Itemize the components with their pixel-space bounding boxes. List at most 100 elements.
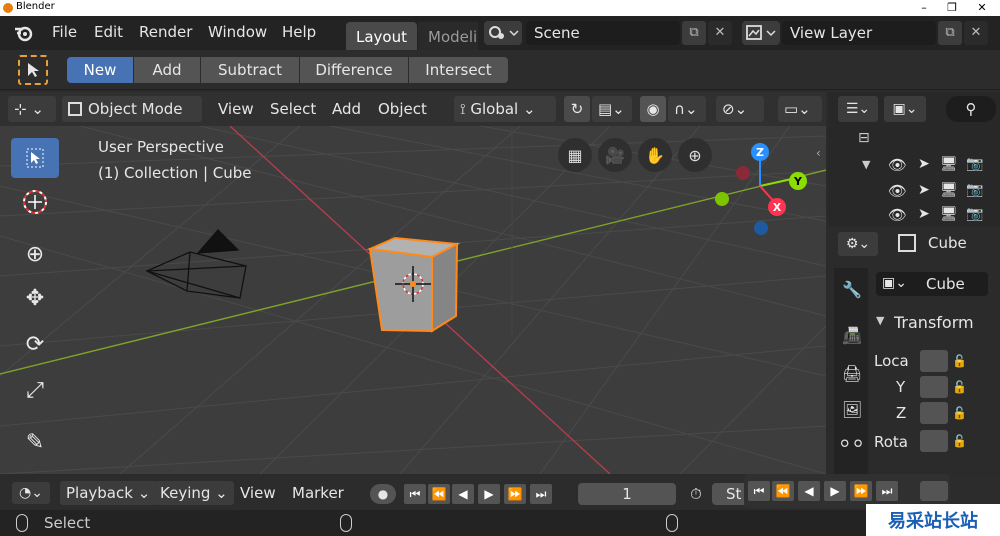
menu-view[interactable]: View (212, 96, 260, 122)
mode-subtract-button[interactable]: Subtract (201, 57, 299, 83)
frame-end-field[interactable] (920, 481, 948, 501)
tab-layout[interactable]: Layout (346, 22, 417, 50)
render-camera-icon[interactable]: 📷 (966, 182, 983, 198)
menu-keying[interactable]: Keying ⌄ (154, 481, 234, 505)
grid-view-icon[interactable]: ▦ (558, 138, 592, 172)
sidebar-toggle-icon[interactable]: ‹ (816, 146, 826, 166)
display-mode-icon[interactable]: ▣⌄ (884, 96, 926, 122)
current-frame-field[interactable]: 1 (578, 483, 676, 505)
gizmo-axis-z[interactable]: Z (751, 143, 769, 161)
play-reverse-icon[interactable]: ◀ (798, 481, 820, 501)
play-icon[interactable]: ▶ (478, 484, 500, 504)
cursor-tool-icon[interactable] (11, 182, 59, 222)
3d-viewport[interactable]: Z Y X User Perspective (1) Collection | … (0, 126, 826, 474)
jump-start-icon[interactable]: ⏮ (748, 481, 770, 501)
jump-start-icon[interactable]: ⏮ (404, 484, 426, 504)
maximize-button[interactable]: ❐ (938, 0, 966, 16)
frame-start-field[interactable]: St (712, 483, 746, 505)
delete-scene-icon[interactable]: ✕ (708, 21, 732, 45)
scale-tool-icon[interactable]: ⤢ (11, 370, 59, 410)
timeline-editor-type-icon[interactable]: ◔⌄ (12, 482, 50, 504)
falloff-icon[interactable]: ∩⌄ (668, 96, 706, 122)
menu-edit[interactable]: Edit (94, 23, 123, 41)
location-y-field[interactable] (920, 376, 948, 398)
lock-icon[interactable]: 🔓 (952, 354, 967, 368)
mode-difference-button[interactable]: Difference (300, 57, 408, 83)
new-scene-icon[interactable]: ⧉ (682, 21, 706, 45)
lock-icon[interactable]: 🔓 (952, 434, 967, 448)
camera-view-icon[interactable]: 🎥 (598, 138, 632, 172)
monitor-icon[interactable]: 🖥 (940, 182, 958, 198)
snap-icon[interactable]: ▤⌄ (592, 96, 632, 122)
viewport-shading-icon[interactable]: ▭⌄ (778, 96, 822, 122)
location-x-field[interactable] (920, 350, 948, 372)
object-datablock-field[interactable]: ▣⌄ Cube (876, 272, 988, 296)
monitor-icon[interactable]: 🖥 (940, 206, 958, 222)
location-z-field[interactable] (920, 402, 948, 424)
tab-modeling[interactable]: Modeli (418, 22, 478, 50)
scene-tab-icon[interactable]: ⚪⚪ (838, 434, 865, 453)
move-tool-icon[interactable]: ⊕ (11, 234, 59, 274)
lock-icon[interactable]: 🔓 (952, 380, 967, 394)
properties-editor-type-icon[interactable]: ⚙⌄ (838, 232, 878, 256)
eye-icon[interactable]: 👁 (888, 156, 907, 174)
menu-add[interactable]: Add (326, 96, 367, 122)
next-keyframe-icon[interactable]: ⏩ (850, 481, 872, 501)
pan-hand-icon[interactable]: ✋ (638, 138, 672, 172)
pivot-point-icon[interactable]: ↻ (564, 96, 590, 122)
outliner-search-icon[interactable]: ⚲ (946, 96, 996, 122)
menu-help[interactable]: Help (282, 23, 316, 41)
select-box-tool-icon[interactable] (18, 55, 48, 85)
prev-keyframe-icon[interactable]: ⏪ (772, 481, 794, 501)
annotate-tool-icon[interactable]: ✎ (11, 422, 59, 462)
zoom-icon[interactable]: ⊕ (678, 138, 712, 172)
menu-marker[interactable]: Marker (292, 481, 344, 505)
transform-move-icon[interactable]: ✥ (11, 278, 59, 318)
outliner-editor-type-icon[interactable]: ☰⌄ (838, 96, 878, 122)
mode-intersect-button[interactable]: Intersect (409, 57, 508, 83)
mode-new-button[interactable]: New (67, 57, 133, 83)
close-button[interactable]: ✕ (968, 0, 996, 16)
orientation-dropdown[interactable]: ⟟ Global ⌄ (454, 96, 556, 122)
record-icon[interactable]: ● (370, 484, 396, 504)
gizmo-axis-x[interactable]: X (768, 198, 786, 216)
delete-view-layer-icon[interactable]: ✕ (964, 21, 988, 45)
menu-window[interactable]: Window (208, 23, 267, 41)
play-icon[interactable]: ▶ (824, 481, 846, 501)
mode-add-button[interactable]: Add (134, 57, 200, 83)
menu-playback[interactable]: Playback ⌄ (60, 481, 157, 505)
rotate-tool-icon[interactable]: ⟳ (11, 324, 59, 364)
next-keyframe-icon[interactable]: ⏩ (504, 484, 526, 504)
jump-end-icon[interactable]: ⏭ (876, 481, 898, 501)
object-visibility-icon[interactable]: ⊘⌄ (716, 96, 764, 122)
menu-render[interactable]: Render (139, 23, 192, 41)
editor-type-icon[interactable]: ⊹ ⌄ (8, 96, 56, 122)
render-camera-icon[interactable]: 📷 (966, 206, 983, 222)
tool-settings-tab-icon[interactable]: 🔧 (842, 280, 862, 299)
render-camera-icon[interactable]: 📷 (966, 156, 983, 172)
transform-section-header[interactable]: Transform (894, 313, 974, 332)
blender-menu-icon[interactable] (14, 24, 34, 42)
view-layer-field[interactable]: View Layer (782, 21, 936, 45)
view-layer-icon[interactable] (742, 21, 780, 45)
minimize-button[interactable]: – (910, 0, 938, 16)
lock-icon[interactable]: 🔓 (952, 406, 967, 420)
menu-file[interactable]: File (52, 23, 77, 41)
stopwatch-icon[interactable]: ⏱ (684, 483, 708, 505)
jump-end-icon[interactable]: ⏭ (530, 484, 552, 504)
monitor-icon[interactable]: 🖥 (940, 156, 958, 172)
object-mode-dropdown[interactable]: Object Mode ⌄ (62, 96, 202, 144)
select-tool-icon[interactable] (11, 138, 59, 178)
eye-icon[interactable]: 👁 (888, 206, 907, 224)
play-reverse-icon[interactable]: ◀ (452, 484, 474, 504)
output-tab-icon[interactable]: 🖨 (842, 364, 862, 383)
expand-arrow-icon[interactable]: ▼ (862, 158, 870, 171)
scene-selector-icon[interactable] (484, 21, 522, 45)
eye-icon[interactable]: 👁 (888, 182, 907, 200)
select-arrow-icon[interactable]: ➤ (918, 156, 930, 172)
select-arrow-icon[interactable]: ➤ (918, 182, 930, 198)
collapse-arrow-icon[interactable]: ▼ (876, 314, 884, 327)
select-arrow-icon[interactable]: ➤ (918, 206, 930, 222)
prev-keyframe-icon[interactable]: ⏪ (428, 484, 450, 504)
new-view-layer-icon[interactable]: ⧉ (938, 21, 962, 45)
